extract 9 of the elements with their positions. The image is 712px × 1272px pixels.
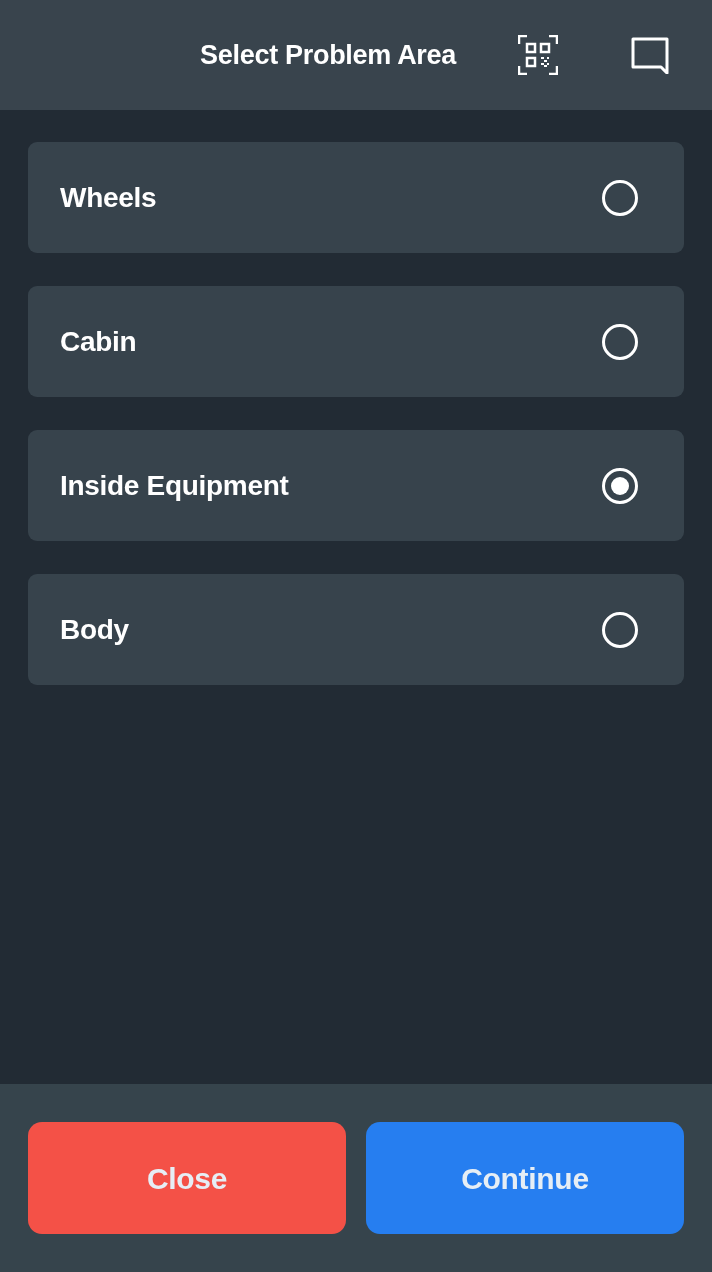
message-icon: [630, 36, 670, 74]
area-option[interactable]: Inside Equipment: [28, 430, 684, 541]
area-option[interactable]: Cabin: [28, 286, 684, 397]
area-option[interactable]: Body: [28, 574, 684, 685]
qr-scan-button[interactable]: [518, 35, 558, 75]
message-button[interactable]: [630, 36, 670, 74]
area-option[interactable]: Wheels: [28, 142, 684, 253]
page-title: Select Problem Area: [200, 38, 456, 72]
qr-code-icon: [518, 35, 558, 75]
